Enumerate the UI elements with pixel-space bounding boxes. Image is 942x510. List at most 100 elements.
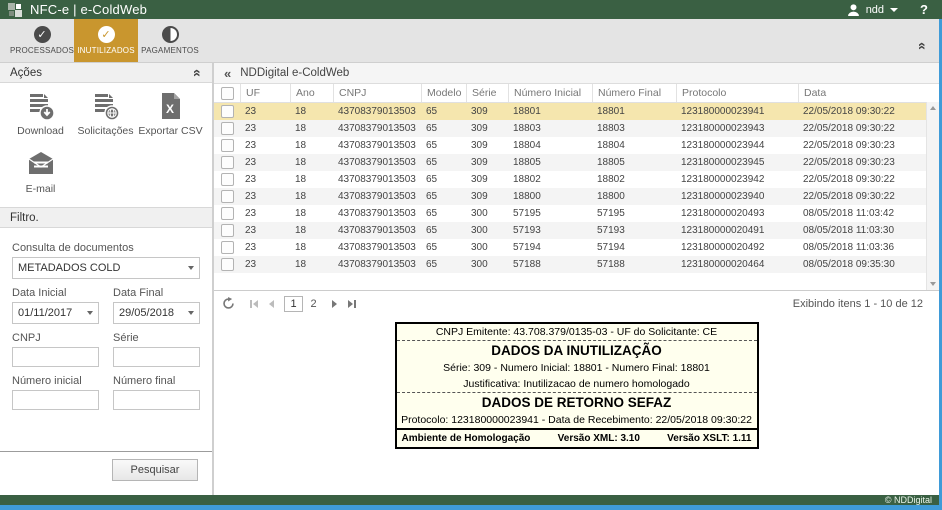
row-checkbox[interactable]	[221, 207, 234, 220]
table-row[interactable]: 2318437083790135036530918803188031231800…	[214, 120, 939, 137]
row-checkbox[interactable]	[221, 173, 234, 186]
table-cell: 57194	[592, 242, 676, 253]
table-zone: UFAnoCNPJModeloSérieNúmero InicialNúmero…	[214, 84, 939, 290]
table-row[interactable]: 2318437083790135036530918802188021231800…	[214, 171, 939, 188]
data-final-picker[interactable]: 29/05/2018	[113, 302, 200, 324]
numero-final-label: Número final	[113, 375, 200, 387]
table-cell: 65	[421, 174, 466, 185]
table-row[interactable]: 2318437083790135036530918805188051231800…	[214, 154, 939, 171]
table-cell: 309	[466, 106, 508, 117]
collapse-toolbar-icon[interactable]: «	[918, 42, 928, 50]
column-header-6[interactable]: Número Final	[592, 84, 676, 102]
first-page-button[interactable]	[248, 300, 260, 308]
column-header-4[interactable]: Série	[466, 84, 508, 102]
table-cell: 300	[466, 242, 508, 253]
row-checkbox[interactable]	[221, 224, 234, 237]
tab-processados[interactable]: ✓ PROCESSADOS	[10, 19, 74, 62]
table-cell: 23	[240, 242, 290, 253]
scroll-up-icon[interactable]	[927, 102, 939, 114]
column-header-3[interactable]: Modelo	[421, 84, 466, 102]
table-cell: 300	[466, 225, 508, 236]
column-header-5[interactable]: Número Inicial	[508, 84, 592, 102]
select-all-checkbox[interactable]	[221, 87, 234, 100]
cnpj-input[interactable]	[12, 347, 99, 367]
row-checkbox-cell	[214, 105, 240, 118]
table-row[interactable]: 2318437083790135036530918800188001231800…	[214, 188, 939, 205]
page-button-1[interactable]: 1	[284, 296, 303, 312]
column-header-1[interactable]: Ano	[290, 84, 333, 102]
help-button[interactable]: ?	[920, 2, 928, 17]
table-row[interactable]: 2318437083790135036530918804188041231800…	[214, 137, 939, 154]
table-cell: 18	[290, 157, 333, 168]
chevron-down-icon	[188, 311, 194, 315]
detail-header: CNPJ Emitente: 43.708.379/0135-03 - UF d…	[397, 324, 757, 340]
next-page-button[interactable]	[330, 300, 339, 308]
solicitacoes-button[interactable]: Solicitações	[73, 91, 138, 137]
table-cell: 18804	[508, 140, 592, 151]
row-checkbox[interactable]	[221, 190, 234, 203]
data-inicial-picker[interactable]: 01/11/2017	[12, 302, 99, 324]
table-cell: 43708379013503	[333, 123, 421, 134]
column-header-2[interactable]: CNPJ	[333, 84, 421, 102]
table-cell: 18	[290, 106, 333, 117]
table-cell: 18802	[508, 174, 592, 185]
main-panel: « NDDigital e-ColdWeb UFAnoCNPJModeloSér…	[214, 63, 939, 495]
table-cell: 23	[240, 191, 290, 202]
row-checkbox[interactable]	[221, 241, 234, 254]
numero-final-input[interactable]	[113, 390, 200, 410]
prev-page-button[interactable]	[267, 300, 276, 308]
user-menu[interactable]: ndd	[866, 4, 884, 16]
tab-pagamentos[interactable]: PAGAMENTOS	[138, 19, 202, 62]
detail-ambiente: Ambiente de Homologação	[402, 433, 531, 444]
table-cell: 18	[290, 123, 333, 134]
table-row[interactable]: 2318437083790135036530057188571881231800…	[214, 256, 939, 273]
table-cell: 300	[466, 208, 508, 219]
collapse-sidebar-icon[interactable]: «	[224, 66, 231, 81]
table-cell: 43708379013503	[333, 140, 421, 151]
tab-inutilizados[interactable]: ✓ INUTILIZADOS	[74, 19, 138, 62]
search-row: Pesquisar	[0, 451, 212, 495]
download-button[interactable]: Download	[8, 91, 73, 137]
detail-section1-title: DADOS DA INUTILIZAÇÃO	[397, 340, 757, 360]
table-row[interactable]: 2318437083790135036530057195571951231800…	[214, 205, 939, 222]
row-checkbox-cell	[214, 139, 240, 152]
row-checkbox[interactable]	[221, 156, 234, 169]
table-cell: 57193	[508, 225, 592, 236]
pesquisar-button[interactable]: Pesquisar	[112, 459, 198, 481]
row-checkbox[interactable]	[221, 258, 234, 271]
numero-inicial-input[interactable]	[12, 390, 99, 410]
table-cell: 23	[240, 123, 290, 134]
download-document-icon	[26, 91, 56, 121]
detail-section2-title: DADOS DE RETORNO SEFAZ	[397, 392, 757, 412]
vertical-scrollbar[interactable]	[926, 102, 939, 290]
table-cell: 123180000020491	[676, 225, 798, 236]
inutilizacao-detail-box: CNPJ Emitente: 43.708.379/0135-03 - UF d…	[395, 322, 759, 449]
detail-area: CNPJ Emitente: 43.708.379/0135-03 - UF d…	[214, 316, 939, 495]
table-cell: 57194	[508, 242, 592, 253]
table-cell: 57195	[508, 208, 592, 219]
row-checkbox-cell	[214, 207, 240, 220]
row-checkbox[interactable]	[221, 122, 234, 135]
last-page-button[interactable]	[346, 300, 358, 308]
serie-input[interactable]	[113, 347, 200, 367]
collapse-actions-icon[interactable]: «	[193, 69, 203, 77]
scroll-down-icon[interactable]	[927, 278, 939, 290]
consulta-documentos-select[interactable]: METADADOS COLD	[12, 257, 200, 279]
table-row[interactable]: 2318437083790135036530057194571941231800…	[214, 239, 939, 256]
column-header-8[interactable]: Data	[798, 84, 939, 102]
table-cell: 309	[466, 191, 508, 202]
row-checkbox[interactable]	[221, 139, 234, 152]
check-circle-icon: ✓	[34, 26, 51, 43]
email-button[interactable]: E-mail	[8, 149, 73, 195]
table-row[interactable]: 2318437083790135036530057193571931231800…	[214, 222, 939, 239]
row-checkbox[interactable]	[221, 105, 234, 118]
refresh-button[interactable]	[222, 297, 235, 310]
column-header-0[interactable]: UF	[240, 84, 290, 102]
check-circle-icon: ✓	[98, 26, 115, 43]
user-caret-icon[interactable]	[890, 8, 898, 12]
page-button-2[interactable]: 2	[305, 297, 322, 311]
column-header-7[interactable]: Protocolo	[676, 84, 798, 102]
bottom-edge	[0, 505, 942, 510]
exportar-csv-button[interactable]: X Exportar CSV	[138, 91, 203, 137]
table-row[interactable]: 2318437083790135036530918801188011231800…	[214, 103, 939, 120]
